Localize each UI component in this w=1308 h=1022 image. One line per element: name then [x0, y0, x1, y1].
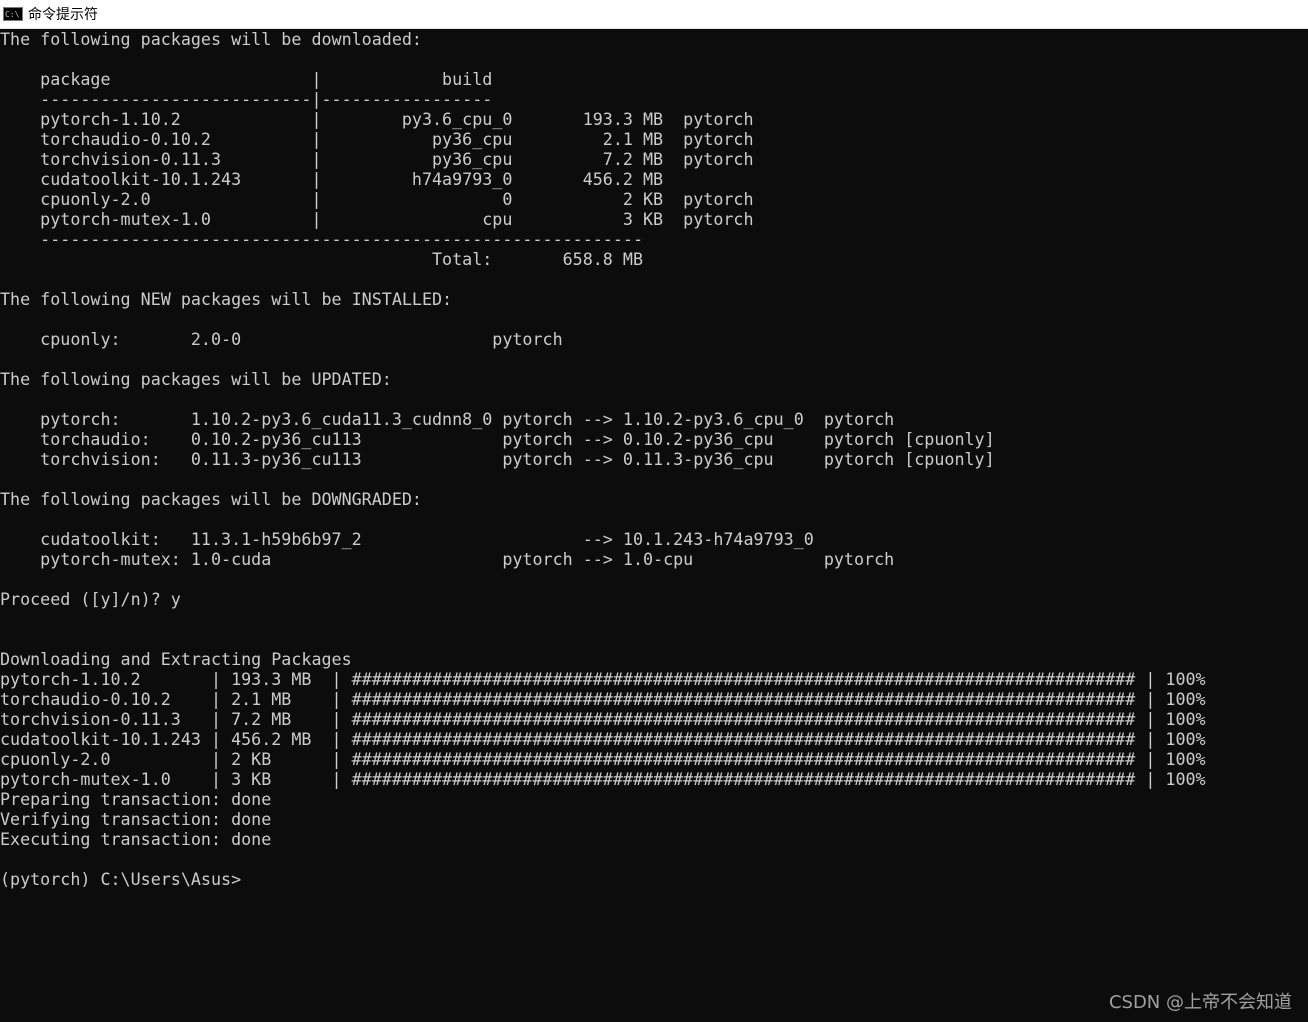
- console-line: The following packages will be UPDATED:: [0, 369, 392, 389]
- console-line: cudatoolkit-10.1.243 | h74a9793_0 456.2 …: [0, 169, 664, 189]
- console-line: pytorch-1.10.2 | py3.6_cpu_0 193.3 MB py…: [0, 109, 754, 129]
- console-lines: The following packages will be downloade…: [0, 29, 1308, 889]
- console-line: pytorch-mutex-1.0 | cpu 3 KB pytorch: [0, 209, 754, 229]
- console-line: pytorch: 1.10.2-py3.6_cuda11.3_cudnn8_0 …: [0, 409, 895, 429]
- console-line: torchvision: 0.11.3-py36_cu113 pytorch -…: [0, 449, 995, 469]
- console-line: torchaudio-0.10.2 | py36_cpu 2.1 MB pyto…: [0, 129, 754, 149]
- console-line: ----------------------------------------…: [0, 229, 643, 249]
- console-line: cpuonly-2.0 | 0 2 KB pytorch: [0, 189, 754, 209]
- console-line: Preparing transaction: done: [0, 789, 272, 809]
- console-line: torchvision-0.11.3 | 7.2 MB | ##########…: [0, 709, 1206, 729]
- window-title: 命令提示符: [28, 7, 98, 23]
- console-line: cpuonly-2.0 | 2 KB | ###################…: [0, 749, 1206, 769]
- console-line: Verifying transaction: done: [0, 809, 272, 829]
- console-line: ---------------------------|------------…: [0, 89, 493, 109]
- console-line: The following NEW packages will be INSTA…: [0, 289, 453, 309]
- cmd-icon: C:\: [3, 7, 23, 21]
- console-line: cudatoolkit: 11.3.1-h59b6b97_2 --> 10.1.…: [0, 529, 814, 549]
- console-line: Downloading and Extracting Packages: [0, 649, 352, 669]
- console-line: The following packages will be DOWNGRADE…: [0, 489, 422, 509]
- title-bar[interactable]: C:\ 命令提示符: [0, 0, 1308, 29]
- console-line: Total: 658.8 MB: [0, 249, 643, 269]
- console-line: pytorch-mutex: 1.0-cuda pytorch --> 1.0-…: [0, 549, 895, 569]
- console-output[interactable]: The following packages will be downloade…: [0, 29, 1308, 1022]
- console-line: cpuonly: 2.0-0 pytorch: [0, 329, 563, 349]
- console-line: Proceed ([y]/n)? y: [0, 589, 181, 609]
- console-line: The following packages will be downloade…: [0, 29, 422, 49]
- console-line: (pytorch) C:\Users\Asus>: [0, 869, 242, 889]
- console-line: torchvision-0.11.3 | py36_cpu 7.2 MB pyt…: [0, 149, 754, 169]
- command-prompt-window: C:\ 命令提示符 The following packages will be…: [0, 0, 1308, 1022]
- console-line: cudatoolkit-10.1.243 | 456.2 MB | ######…: [0, 729, 1206, 749]
- console-line: torchaudio-0.10.2 | 2.1 MB | ###########…: [0, 689, 1206, 709]
- console-line: pytorch-mutex-1.0 | 3 KB | #############…: [0, 769, 1206, 789]
- console-line: package | build: [0, 69, 493, 89]
- watermark: CSDN @上帝不会知道: [1108, 992, 1292, 1013]
- console-line: pytorch-1.10.2 | 193.3 MB | ############…: [0, 669, 1206, 689]
- console-line: torchaudio: 0.10.2-py36_cu113 pytorch --…: [0, 429, 995, 449]
- console-line: Executing transaction: done: [0, 829, 272, 849]
